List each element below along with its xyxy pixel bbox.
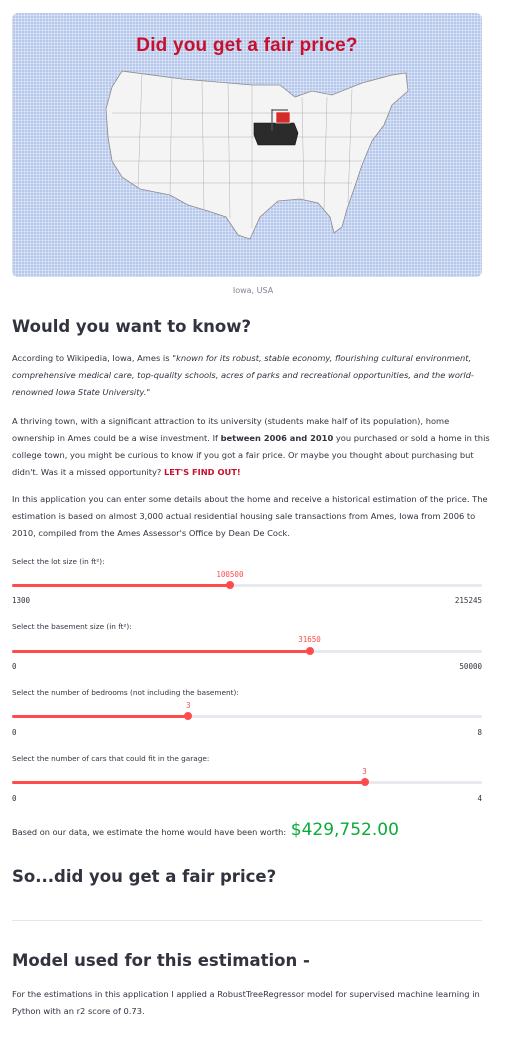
iowa-state-highlight bbox=[253, 122, 299, 146]
bedrooms-slider-thumb[interactable] bbox=[184, 712, 193, 720]
bedrooms-slider-min: 0 bbox=[12, 728, 17, 737]
garage-cars-slider-thumb[interactable] bbox=[360, 778, 369, 786]
lot-size-slider[interactable] bbox=[12, 581, 482, 589]
lets-find-out-callout: LET'S FIND OUT! bbox=[163, 467, 241, 477]
garage-cars-slider-min: 0 bbox=[12, 794, 17, 803]
hero-image: Did you get a fair price? bbox=[12, 13, 482, 277]
basement-size-slider[interactable] bbox=[12, 647, 482, 655]
garage-cars-slider-label: Select the number of cars that could fit… bbox=[12, 754, 210, 763]
garage-cars-slider[interactable] bbox=[12, 778, 482, 786]
bedrooms-slider-label: Select the number of bedrooms (not inclu… bbox=[12, 688, 239, 697]
basement-size-slider-fill bbox=[12, 650, 310, 653]
bedrooms-slider-fill bbox=[12, 715, 189, 718]
garage-cars-slider-max: 4 bbox=[477, 794, 482, 803]
bedrooms-slider-value: 3 bbox=[185, 701, 191, 710]
lot-size-slider-min: 1300 bbox=[12, 596, 31, 605]
us-map-outline bbox=[105, 70, 409, 240]
intro-paragraph-application: In this application you can enter some d… bbox=[12, 494, 488, 538]
intro-paragraph-investment: A thriving town, with a significant attr… bbox=[12, 413, 492, 481]
lot-size-slider-max: 215245 bbox=[454, 596, 482, 605]
garage-cars-slider-value: 3 bbox=[362, 767, 367, 776]
lot-size-slider-thumb[interactable] bbox=[225, 581, 234, 589]
lot-size-slider-value: 100500 bbox=[216, 570, 244, 579]
basement-size-slider-max: 50000 bbox=[459, 662, 482, 671]
basement-size-slider-label: Select the basement size (in ft²): bbox=[12, 622, 132, 631]
bedrooms-slider[interactable] bbox=[12, 712, 482, 720]
basement-size-slider-min: 0 bbox=[12, 662, 17, 671]
estimate-result: Based on our data, we estimate the home … bbox=[12, 820, 399, 840]
lot-size-slider-label: Select the lot size (in ft²): bbox=[12, 557, 105, 566]
model-description: For the estimations in this application … bbox=[12, 989, 480, 1016]
basement-size-slider-value: 31650 bbox=[298, 635, 321, 644]
garage-cars-slider-fill bbox=[12, 781, 365, 784]
section-heading-model: Model used for this estimation - bbox=[12, 951, 310, 970]
lot-size-slider-fill bbox=[12, 584, 230, 587]
intro-lead-text: According to Wikipedia, Iowa, Ames is bbox=[12, 353, 173, 363]
hero-title: Did you get a fair price? bbox=[136, 35, 358, 56]
section-heading-fair-price: So...did you get a fair price? bbox=[12, 867, 277, 886]
image-caption: Iowa, USA bbox=[232, 286, 274, 295]
section-heading-want-to-know: Would you want to know? bbox=[12, 317, 252, 336]
basement-size-slider-thumb[interactable] bbox=[305, 647, 314, 655]
estimate-label: Based on our data, we estimate the home … bbox=[12, 827, 287, 837]
horizontal-divider bbox=[12, 920, 482, 921]
intro-paragraph-wikipedia: According to Wikipedia, Iowa, Ames is "k… bbox=[12, 350, 492, 401]
bedrooms-slider-max: 8 bbox=[477, 728, 482, 737]
investment-years-bold: between 2006 and 2010 bbox=[220, 433, 334, 443]
estimated-price: $429,752.00 bbox=[290, 820, 399, 840]
